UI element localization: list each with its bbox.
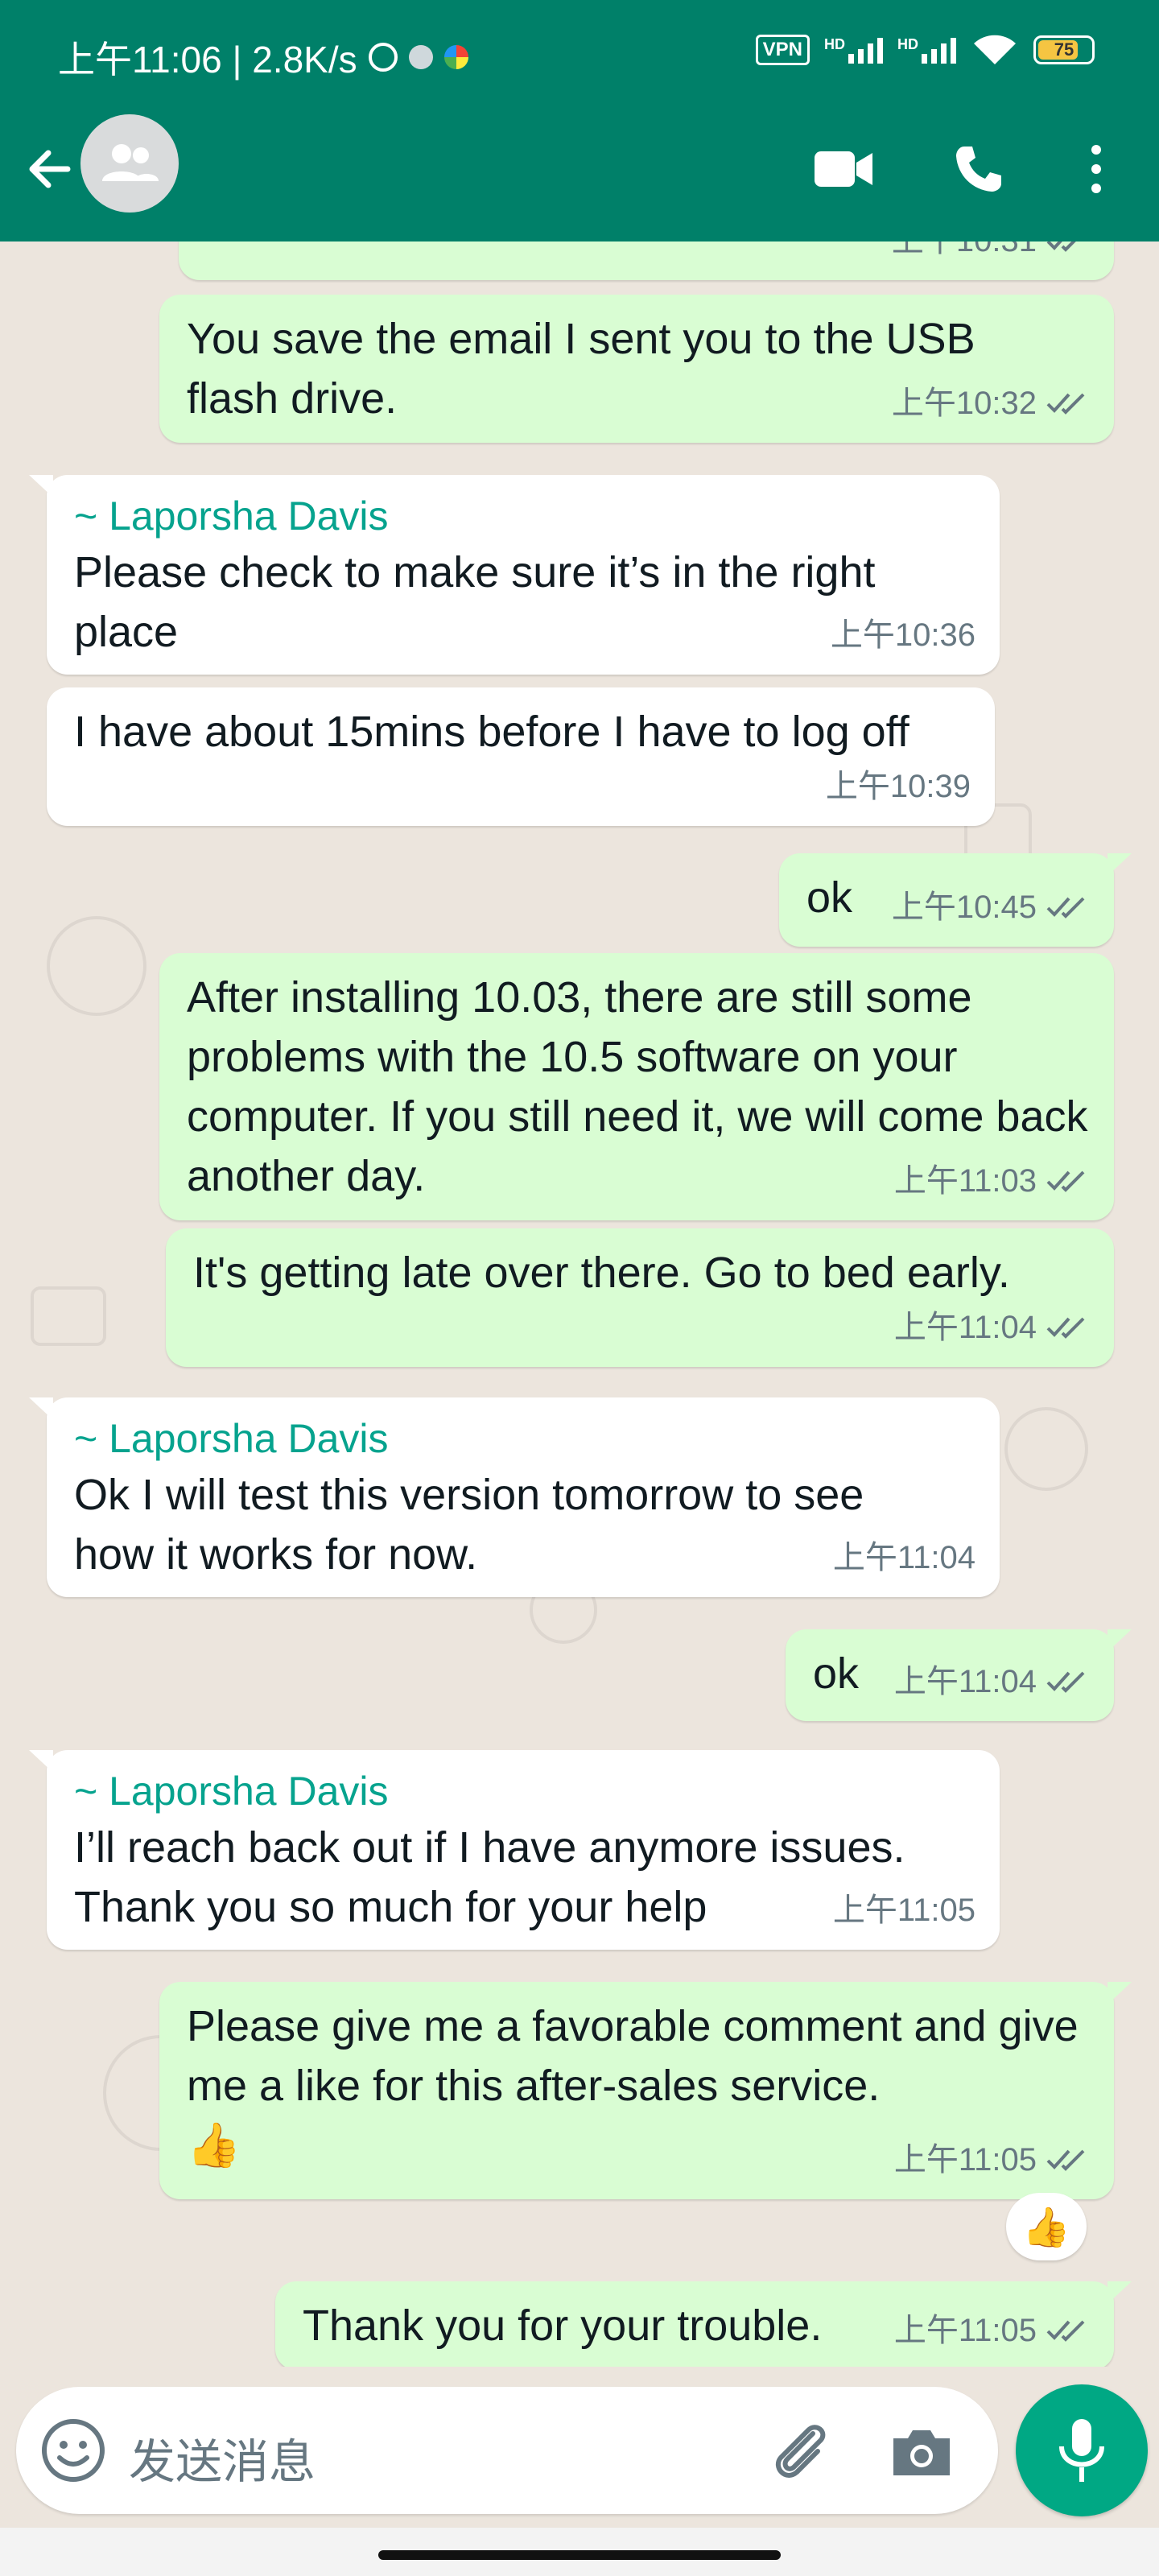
message-time: 上午11:05 xyxy=(832,1893,975,1928)
app-notification-icon-2 xyxy=(443,45,468,69)
status-time-speed: 上午11:06 | 2.8K/s xyxy=(58,39,357,80)
message-meta: 上午11:04 xyxy=(833,1528,975,1587)
double-check-icon xyxy=(1046,242,1076,252)
message-text: Please check to make sure it’s in the ri… xyxy=(74,548,876,656)
status-bar: 上午11:06 | 2.8K/s VPN HD HD 75 xyxy=(0,0,1159,105)
message-meta: 上午10:45 xyxy=(892,877,1090,937)
bubble-tail xyxy=(29,475,53,497)
message-incoming[interactable]: I have about 15mins before I have to log… xyxy=(47,687,995,826)
message-meta: 上午11:04 xyxy=(894,1652,1090,1711)
alarm-icon xyxy=(368,43,398,72)
message-incoming[interactable]: ~ Laporsha Davis I’ll reach back out if … xyxy=(29,1750,1000,1950)
message-outgoing[interactable]: 上午10:31 xyxy=(179,242,1114,280)
video-camera-icon[interactable] xyxy=(803,129,884,209)
signal-1-icon: HD xyxy=(824,36,883,64)
signal-2-icon: HD xyxy=(897,36,956,64)
sender-name[interactable]: ~ Laporsha Davis xyxy=(74,1412,972,1465)
message-outgoing[interactable]: Thank you for your trouble. 上午11:05 xyxy=(275,2281,1132,2367)
message-incoming[interactable]: ~ Laporsha Davis Please check to make su… xyxy=(29,475,1000,675)
message-time: 上午10:32 xyxy=(891,386,1037,421)
bubble-tail xyxy=(1107,2281,1132,2304)
bubble-tail xyxy=(1107,1982,1132,2004)
message-time: 上午11:05 xyxy=(893,2142,1037,2178)
message-meta: 上午10:31 xyxy=(892,242,1090,270)
message-text: Ok I will test this version tomorrow to … xyxy=(74,1471,864,1579)
double-check-icon xyxy=(1046,1317,1085,1339)
phone-icon[interactable] xyxy=(938,129,1019,209)
battery-level: 75 xyxy=(1054,39,1074,60)
message-outgoing[interactable]: You save the email I sent you to the USB… xyxy=(159,295,1114,443)
vpn-icon: VPN xyxy=(755,35,810,65)
paperclip-icon[interactable] xyxy=(765,2416,837,2488)
double-check-icon xyxy=(1046,2149,1085,2171)
chat-header xyxy=(0,105,1159,242)
message-meta: 上午11:05 xyxy=(894,2130,1090,2190)
microphone-icon[interactable] xyxy=(1016,2384,1148,2516)
bubble-tail xyxy=(1107,853,1132,876)
message-time: 上午10:36 xyxy=(830,617,975,653)
message-text: It's getting late over there. Go to bed … xyxy=(193,1249,1010,1297)
bubble-tail xyxy=(29,1397,53,1420)
group-icon xyxy=(102,144,159,181)
home-indicator[interactable] xyxy=(378,2550,781,2560)
message-meta: 上午11:05 xyxy=(833,1880,975,1940)
group-avatar[interactable] xyxy=(80,114,179,213)
message-time: 上午10:39 xyxy=(825,769,971,804)
emoji-icon[interactable] xyxy=(39,2416,108,2485)
message-outgoing[interactable]: ok 上午11:04 xyxy=(786,1629,1132,1721)
message-time: 上午11:04 xyxy=(893,1310,1037,1345)
bubble-tail xyxy=(1107,1629,1132,1652)
more-vertical-icon[interactable] xyxy=(1056,129,1136,209)
bubble-tail xyxy=(29,1750,53,1773)
message-input[interactable]: 发送消息 xyxy=(129,2424,316,2491)
system-nav-bar xyxy=(0,2528,1159,2576)
message-time: 上午10:31 xyxy=(892,242,1037,270)
message-outgoing[interactable]: After installing 10.03, there are still … xyxy=(159,953,1114,1220)
message-meta: 上午11:05 xyxy=(894,2301,1090,2360)
message-time: 上午11:05 xyxy=(893,2313,1037,2348)
sender-name[interactable]: ~ Laporsha Davis xyxy=(74,1765,972,1818)
message-list[interactable]: 上午10:31 You save the email I sent you to… xyxy=(0,242,1159,2367)
message-outgoing[interactable]: ok 上午10:45 xyxy=(779,853,1132,947)
arrow-left-icon[interactable] xyxy=(18,137,82,201)
message-meta: 上午11:03 xyxy=(894,1151,1090,1211)
message-time: 上午11:04 xyxy=(832,1540,975,1575)
double-check-icon xyxy=(1046,2320,1085,2342)
hd-label: HD xyxy=(824,36,845,52)
double-check-icon xyxy=(1046,1671,1085,1693)
message-meta: 上午10:32 xyxy=(892,374,1090,433)
message-outgoing[interactable]: Please give me a favorable comment and g… xyxy=(159,1982,1132,2199)
camera-icon[interactable] xyxy=(885,2416,958,2488)
battery-icon: 75 xyxy=(1033,35,1095,64)
message-text: I have about 15mins before I have to log… xyxy=(74,708,909,756)
message-meta: 上午11:04 xyxy=(894,1298,1090,1357)
message-reaction[interactable]: 👍 xyxy=(1006,2193,1087,2260)
app-notification-icon xyxy=(408,45,433,69)
message-time: 上午11:03 xyxy=(893,1163,1037,1199)
hd-label-2: HD xyxy=(897,36,918,52)
message-meta: 上午10:39 xyxy=(826,757,971,816)
status-left: 上午11:06 | 2.8K/s xyxy=(58,31,468,84)
message-composer[interactable]: 发送消息 xyxy=(16,2387,998,2514)
message-text: I’ll reach back out if I have anymore is… xyxy=(74,1823,905,1931)
sender-name[interactable]: ~ Laporsha Davis xyxy=(74,489,972,543)
message-incoming[interactable]: ~ Laporsha Davis Ok I will test this ver… xyxy=(29,1397,1000,1597)
message-time: 上午10:45 xyxy=(891,890,1037,925)
status-right: VPN HD HD 75 xyxy=(755,32,1095,68)
wifi-icon xyxy=(974,35,1016,64)
double-check-icon xyxy=(1046,897,1085,919)
message-text: Please give me a favorable comment and g… xyxy=(187,2002,1079,2110)
double-check-icon xyxy=(1046,1170,1085,1192)
message-outgoing[interactable]: It's getting late over there. Go to bed … xyxy=(166,1228,1114,1367)
message-time: 上午11:04 xyxy=(893,1664,1037,1699)
message-meta: 上午10:36 xyxy=(831,605,975,665)
double-check-icon xyxy=(1046,393,1085,415)
